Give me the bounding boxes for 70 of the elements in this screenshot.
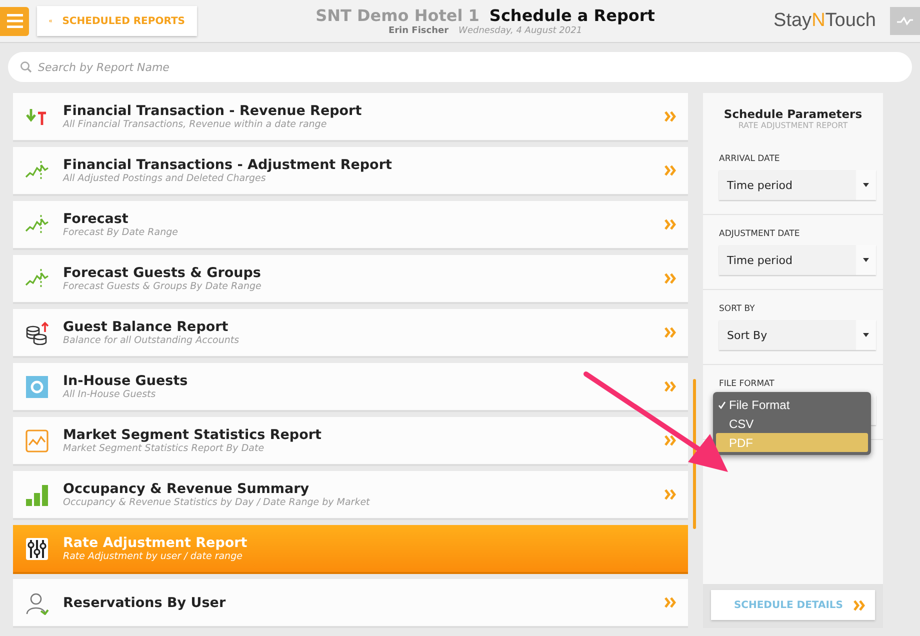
- menu-button[interactable]: [0, 6, 29, 36]
- report-description: Occupancy & Revenue Statistics by Day / Date Range by Market: [63, 497, 371, 508]
- double-chevron-right-icon: [664, 273, 676, 284]
- report-title: In-House Guests: [63, 373, 189, 389]
- report-title: Rate Adjustment Report: [63, 535, 248, 551]
- menu-icon: [6, 14, 22, 28]
- double-chevron-right-icon: [664, 597, 676, 608]
- report-description: All Adjusted Postings and Deleted Charges: [63, 173, 267, 184]
- panel-subtitle: RATE ADJUSTMENT REPORT: [737, 121, 849, 130]
- double-chevron-right-icon: [664, 381, 676, 392]
- user-name: Erin Fischer: [388, 26, 449, 36]
- report-icon: [25, 428, 49, 452]
- report-item[interactable]: Forecast Forecast By Date Range: [13, 201, 688, 250]
- report-title: Forecast: [63, 211, 130, 227]
- field-label: FILE FORMAT: [719, 379, 776, 389]
- report-description: All Financial Transactions, Revenue within a date range: [63, 119, 328, 130]
- double-chevron-right-icon: [664, 111, 676, 122]
- double-chevron-right-icon: [853, 600, 865, 610]
- checkmark-icon: [718, 400, 726, 408]
- report-item[interactable]: Forecast Guests & Groups Forecast Guests & Groups By Date Range: [13, 255, 688, 304]
- report-item[interactable]: In-House Guests All In-House Guests: [13, 363, 688, 412]
- report-title: Financial Transaction - Revenue Report: [63, 103, 363, 119]
- report-item[interactable]: Financial Transaction - Revenue Report All Financial Transactions, Revenue within a date range: [13, 93, 688, 142]
- dropdown-select[interactable]: Sort By: [719, 320, 876, 350]
- hotel-name: SNT Demo Hotel 1: [316, 6, 480, 25]
- double-chevron-right-icon: [664, 219, 676, 230]
- report-description: All In-House Guests: [63, 389, 157, 400]
- dropdown-select[interactable]: Time period: [719, 170, 876, 200]
- report-icon: [25, 590, 49, 614]
- caret-icon: [863, 183, 869, 187]
- menu-option[interactable]: File Format: [716, 395, 868, 414]
- activity-button[interactable]: [890, 7, 920, 35]
- report-description: Market Segment Statistics Report By Date: [63, 443, 266, 454]
- report-title: Market Segment Statistics Report: [63, 427, 322, 443]
- panel-title: Schedule Parameters: [722, 107, 864, 121]
- report-item[interactable]: Occupancy & Revenue Summary Occupancy & Revenue Statistics by Day / Date Range by Market: [13, 471, 688, 520]
- caret-icon: [863, 333, 869, 337]
- page-title: Schedule a Report: [489, 6, 655, 25]
- report-item[interactable]: Reservations By User: [13, 579, 688, 628]
- report-title: Forecast Guests & Groups: [63, 265, 262, 281]
- field-label: ARRIVAL DATE: [719, 154, 781, 164]
- double-chevron-right-icon: [664, 435, 676, 446]
- report-title: Guest Balance Report: [63, 319, 230, 335]
- dropdown-select[interactable]: Time period: [719, 245, 876, 275]
- field-label: ADJUSTMENT DATE: [719, 229, 801, 239]
- double-chevron-right-icon: [664, 489, 676, 500]
- report-icon: [25, 536, 49, 560]
- report-title: Financial Transactions - Adjustment Report: [63, 157, 393, 173]
- pulse-line-icon: [896, 16, 914, 26]
- report-title: Occupancy & Revenue Summary: [63, 481, 310, 497]
- report-icon: [25, 320, 49, 344]
- double-chevron-right-icon: [664, 327, 676, 338]
- report-description: Balance for all Outstanding Accounts: [63, 335, 240, 346]
- field-label: SORT BY: [719, 304, 756, 314]
- report-item[interactable]: Market Segment Statistics Report Market Segment Statistics Report By Date: [13, 417, 688, 466]
- menu-option[interactable]: CSV: [716, 414, 868, 433]
- search-field[interactable]: Search by Report Name: [8, 52, 912, 82]
- report-description: Rate Adjustment by user / date range: [63, 551, 244, 562]
- report-title: Reservations By User: [63, 594, 227, 610]
- report-icon: [25, 374, 49, 398]
- double-chevron-right-icon: [664, 165, 676, 176]
- report-description: Forecast By Date Range: [63, 227, 179, 238]
- caret-icon: [863, 258, 869, 262]
- report-item[interactable]: Financial Transactions - Adjustment Report All Adjusted Postings and Deleted Charges: [13, 147, 688, 196]
- business-date: Wednesday, 4 August 2021: [458, 26, 582, 36]
- report-item[interactable]: Guest Balance Report Balance for all Outstanding Accounts: [13, 309, 688, 358]
- logo: StayNTouch: [774, 10, 876, 32]
- report-description: Forecast Guests & Groups By Date Range: [63, 281, 262, 292]
- report-icon: [25, 482, 49, 506]
- search-icon: [20, 61, 32, 73]
